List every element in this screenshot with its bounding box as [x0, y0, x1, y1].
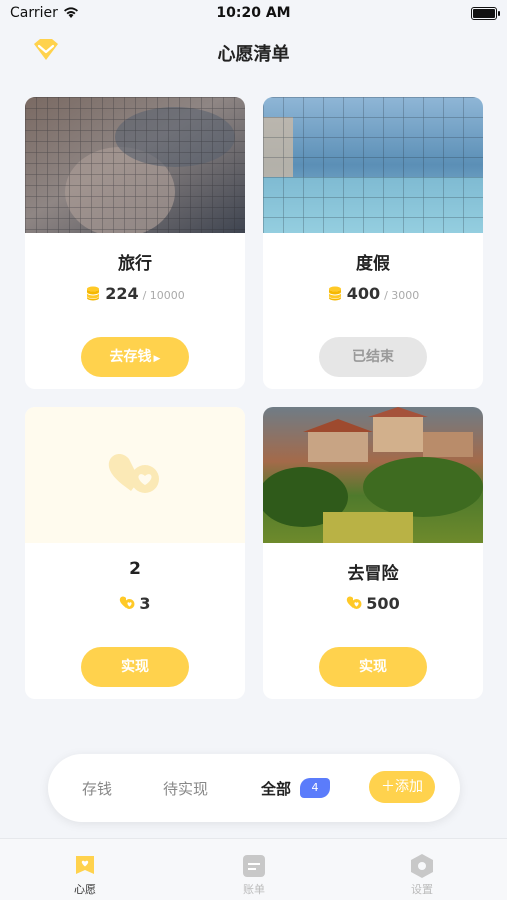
- wish-name: 度假: [356, 254, 390, 274]
- realize-button[interactable]: 实现: [319, 647, 427, 687]
- tab-saving[interactable]: 存钱: [82, 778, 112, 799]
- wish-name: 2: [129, 559, 141, 579]
- arrow-right-icon: ▶: [153, 354, 161, 364]
- wish-cover-image: [25, 97, 245, 233]
- heart-coin-icon: [108, 453, 159, 493]
- wish-card[interactable]: 2 3 实现: [25, 407, 245, 699]
- realize-button[interactable]: 实现: [81, 647, 189, 687]
- wish-amount: 400 / 3000: [263, 283, 483, 303]
- wish-cover-image: [263, 407, 483, 543]
- settings-icon: [411, 854, 433, 878]
- clock: 10:20 AM: [216, 5, 291, 21]
- saved-amount: 500: [366, 594, 400, 613]
- tab-bar-item-settings[interactable]: 设置: [382, 853, 462, 897]
- wish-amount: 3: [25, 593, 245, 613]
- tab-bar-item-bill[interactable]: 账单: [214, 853, 294, 897]
- status-bar: Carrier 10:20 AM: [0, 0, 507, 28]
- tab-pending[interactable]: 待实现: [163, 778, 208, 799]
- wish-card[interactable]: 旅行 224 / 10000 去存钱 ▶: [25, 97, 245, 389]
- page-title: 心愿清单: [217, 44, 290, 65]
- wish-icon: [76, 856, 94, 874]
- tab-bar: 心愿 账单 设置: [0, 838, 507, 900]
- nav-bar: 心愿清单: [0, 30, 507, 74]
- wish-amount: 224 / 10000: [25, 283, 245, 303]
- wish-cover-image: [263, 97, 483, 233]
- tab-bar-item-wish[interactable]: 心愿: [45, 853, 125, 897]
- tab-label: 心愿: [74, 883, 96, 896]
- wish-name: 旅行: [118, 254, 152, 274]
- coin-stack-icon: [328, 286, 341, 301]
- ended-button[interactable]: 已结束: [319, 337, 427, 377]
- saved-amount: 400: [346, 284, 381, 303]
- battery-icon: [471, 7, 500, 20]
- plus-icon: ＋: [381, 779, 395, 795]
- saved-amount: 224: [105, 284, 139, 303]
- add-label: 添加: [395, 779, 423, 795]
- add-wish-button[interactable]: ＋添加: [369, 771, 435, 803]
- bill-icon: [243, 855, 265, 877]
- tab-label: 账单: [243, 883, 265, 896]
- filter-bar: 存钱 待实现 全部 4 ＋添加: [48, 754, 460, 822]
- count-badge: 4: [300, 778, 330, 798]
- target-amount: / 3000: [384, 289, 420, 302]
- tab-all[interactable]: 全部: [261, 778, 291, 799]
- button-label: 去存钱: [109, 349, 152, 365]
- heart-coin-icon: [120, 596, 135, 609]
- save-money-button[interactable]: 去存钱 ▶: [81, 337, 189, 377]
- wish-amount: 500: [263, 593, 483, 613]
- saved-amount: 3: [139, 594, 151, 613]
- coin-stack-icon: [87, 286, 100, 301]
- wish-card[interactable]: 去冒险 500 实现: [263, 407, 483, 699]
- tab-label: 设置: [411, 883, 433, 896]
- wish-name: 去冒险: [347, 564, 399, 584]
- wish-card[interactable]: 度假 400 / 3000 已结束: [263, 97, 483, 389]
- heart-coin-icon: [347, 596, 362, 609]
- target-amount: / 10000: [142, 289, 185, 302]
- wish-cover-placeholder: [25, 407, 245, 543]
